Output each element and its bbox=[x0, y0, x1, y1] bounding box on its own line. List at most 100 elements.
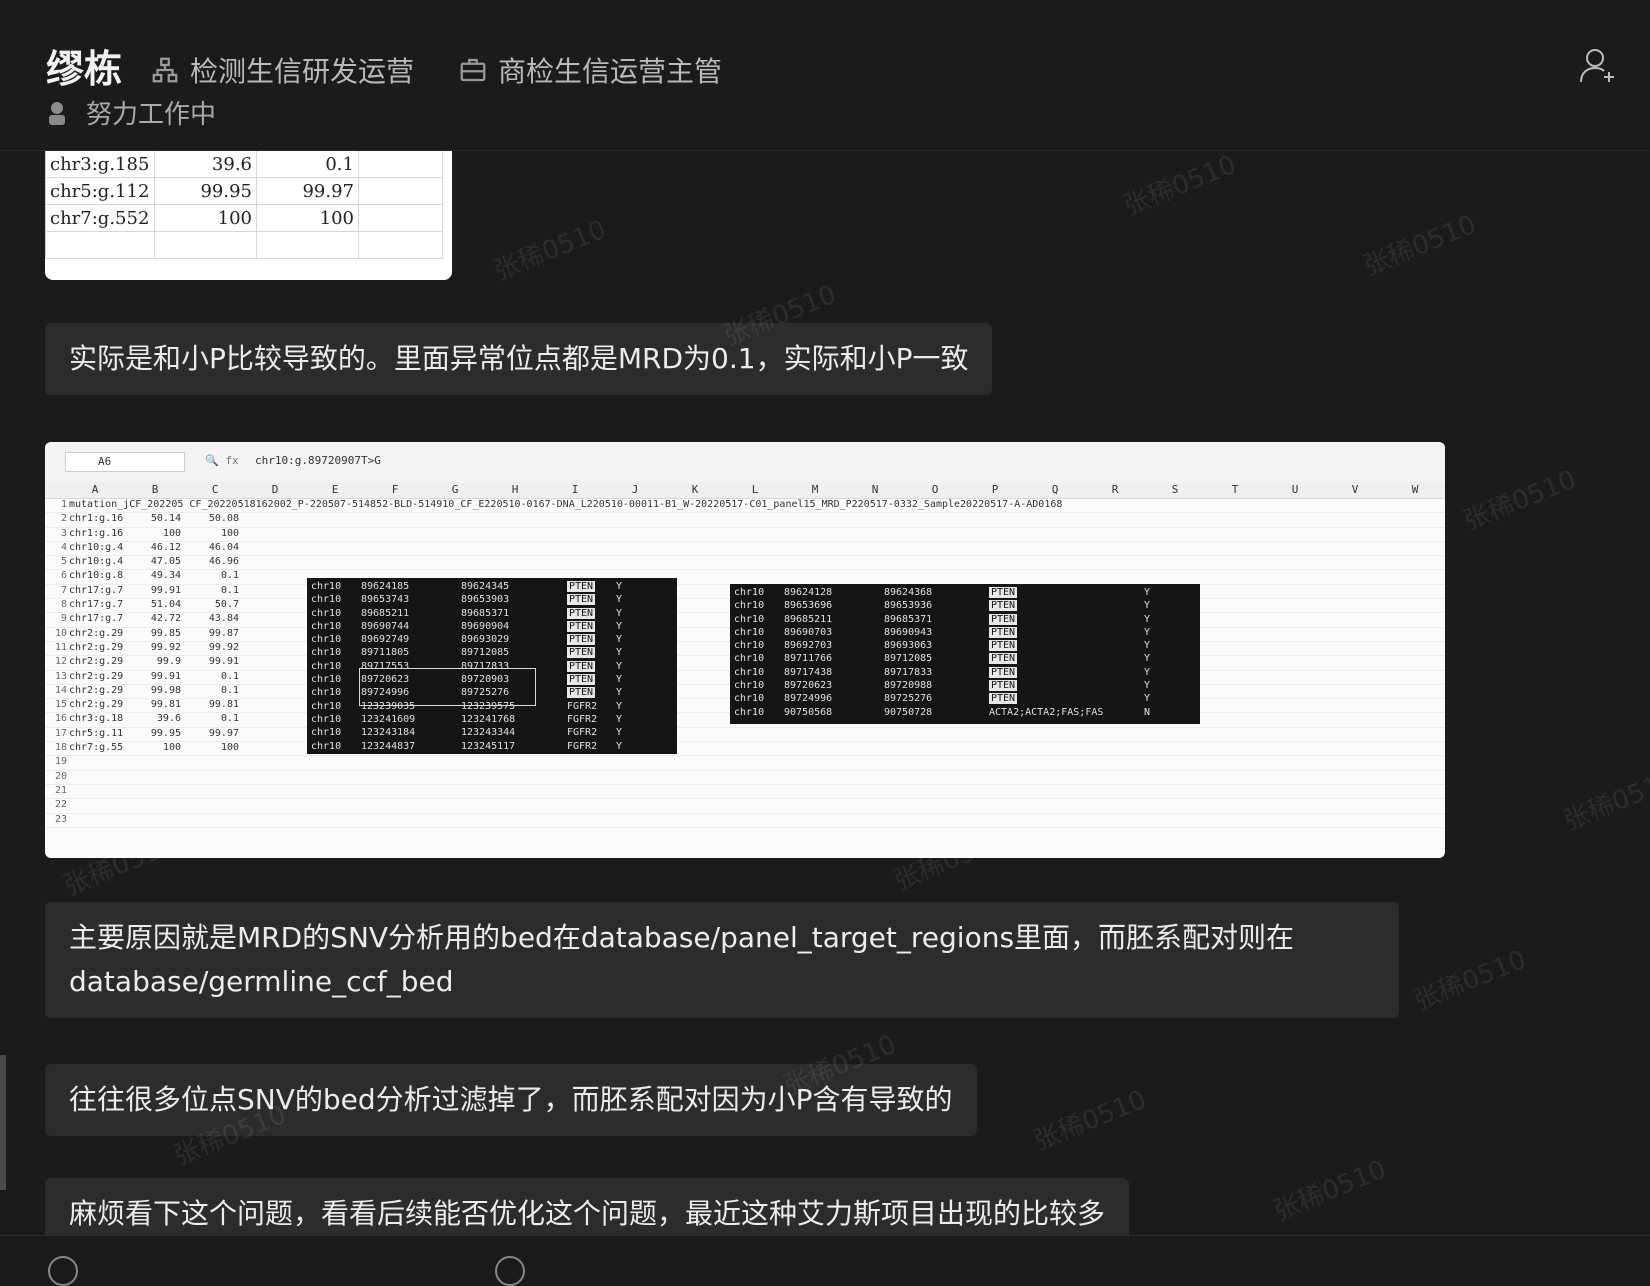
terminal-field: Y bbox=[616, 607, 623, 619]
sheet-cell: chr17:g.7 bbox=[69, 599, 124, 611]
terminal-line: chr10 123243184 123243344 FGFR2 Y bbox=[311, 727, 673, 740]
more-icon[interactable] bbox=[495, 1256, 525, 1286]
row-number: 16 bbox=[54, 713, 67, 725]
terminal-field: Y bbox=[1144, 653, 1151, 665]
sheet-cell: 0.1 bbox=[220, 713, 239, 725]
watermark: 张稀0510 bbox=[1119, 149, 1241, 222]
terminal-field: 89690744 bbox=[361, 620, 410, 632]
terminal-field: Y bbox=[616, 687, 623, 699]
sheet-cell: chr2:g.29 bbox=[69, 641, 124, 653]
terminal-field: PTEN bbox=[989, 587, 1018, 598]
row-number: 12 bbox=[54, 656, 67, 668]
terminal-field: 89690703 bbox=[784, 626, 833, 638]
row-number: 14 bbox=[54, 684, 67, 696]
terminal-field: 89685371 bbox=[461, 607, 510, 619]
terminal-field: 89653903 bbox=[461, 594, 510, 606]
terminal-field: N bbox=[1144, 706, 1151, 718]
terminal-field: chr10 bbox=[311, 674, 342, 686]
sheet-cell: 50.08 bbox=[208, 513, 239, 525]
column-header: G bbox=[451, 483, 459, 496]
sheet-cell: chr17:g.7 bbox=[69, 613, 124, 625]
terminal-field: Y bbox=[1144, 693, 1151, 705]
terminal-field: chr10 bbox=[311, 607, 342, 619]
scrollbar[interactable] bbox=[0, 1055, 6, 1190]
org-chart-icon bbox=[152, 57, 178, 83]
sheet-cell: 99.92 bbox=[150, 641, 181, 653]
terminal-field: Y bbox=[1144, 613, 1151, 625]
sheet-cell: chr10:g.4 bbox=[69, 556, 124, 568]
crop-cell bbox=[358, 177, 443, 205]
add-user-icon[interactable] bbox=[1578, 44, 1620, 86]
terminal-field: 89653936 bbox=[884, 600, 933, 612]
row-number: 17 bbox=[54, 727, 67, 739]
row-number: 18 bbox=[54, 742, 67, 754]
watermark: 张稀0510 bbox=[1459, 464, 1581, 537]
terminal-field: 89685371 bbox=[884, 613, 933, 625]
terminal-field: 89624368 bbox=[884, 587, 933, 598]
spreadsheet-screenshot[interactable]: A6 🔍 fx chr10:g.89720907T>G A B C D E F G H I J K L… bbox=[45, 442, 1445, 858]
terminal-field: 89692749 bbox=[361, 634, 410, 646]
crop-cell bbox=[358, 150, 443, 178]
sheet-cell: chr2:g.29 bbox=[69, 627, 124, 639]
sheet-cell: 0.1 bbox=[220, 670, 239, 682]
row-number: 20 bbox=[54, 770, 67, 782]
terminal-field: PTEN bbox=[567, 594, 596, 606]
terminal-field: Y bbox=[616, 634, 623, 646]
department-label: 检测生信研发运营 bbox=[190, 55, 415, 88]
row-number: 19 bbox=[54, 756, 67, 768]
row-number: 21 bbox=[54, 784, 67, 796]
terminal-field: chr10 bbox=[734, 653, 765, 665]
watermark: 张稀0510 bbox=[1269, 1154, 1391, 1227]
sheet-cell: 100 bbox=[162, 527, 181, 539]
terminal-line: chr10 89711805 89712085 PTEN Y bbox=[311, 647, 673, 660]
sheet-row: 18 chr7:g.55 100 100 bbox=[45, 742, 1445, 757]
terminal-field: chr10 bbox=[734, 626, 765, 638]
terminal-field: 90750568 bbox=[784, 706, 833, 718]
sheet-row: 23 bbox=[45, 814, 1445, 828]
terminal-field: chr10 bbox=[311, 740, 342, 752]
spreadsheet-image-crop[interactable]: chr3:g.185 39.6 0.1 chr5:g.112 99.95 99.97 chr… bbox=[45, 150, 452, 280]
terminal-field: PTEN bbox=[989, 600, 1018, 612]
column-header: U bbox=[1291, 483, 1299, 496]
terminal-field: Y bbox=[616, 727, 623, 739]
column-header: M bbox=[811, 483, 819, 496]
terminal-line: chr10 89692749 89693029 PTEN Y bbox=[311, 634, 673, 647]
column-header: R bbox=[1111, 483, 1119, 496]
crop-cell: 0.1 bbox=[256, 150, 359, 178]
terminal-field: Y bbox=[616, 674, 623, 686]
sheet-row: 4 chr10:g.4 46.12 46.04 bbox=[45, 541, 1445, 557]
sheet-cell: chr1:g.16 bbox=[69, 513, 124, 525]
sheet-cell: 39.6 bbox=[156, 713, 181, 725]
terminal-field: Y bbox=[616, 700, 623, 712]
crop-cell bbox=[358, 204, 443, 232]
sheet-cell: chr1:g.16 bbox=[69, 527, 124, 539]
column-header: N bbox=[871, 483, 879, 496]
crop-cell bbox=[256, 231, 359, 259]
column-header: L bbox=[751, 483, 759, 496]
terminal-field: PTEN bbox=[567, 674, 596, 686]
chat-message[interactable]: 往往很多位点SNV的bed分析过滤掉了，而胚系配对因为小P含有导致的 bbox=[45, 1064, 977, 1136]
terminal-field: Y bbox=[616, 581, 623, 592]
sheet-cell: 99.81 bbox=[208, 699, 239, 711]
status-text: 努力工作中 bbox=[86, 100, 217, 130]
sheet-row: 22 bbox=[45, 799, 1445, 814]
watermark: 张稀0510 bbox=[1029, 1084, 1151, 1157]
terminal-field: Y bbox=[1144, 600, 1151, 612]
row-number: 4 bbox=[60, 541, 67, 553]
sheet-cell: chr2:g.29 bbox=[69, 684, 124, 696]
cell-reference: A6 bbox=[65, 452, 185, 472]
terminal-field: chr10 bbox=[734, 693, 765, 705]
emoji-icon[interactable] bbox=[48, 1256, 78, 1286]
sheet-cell: 99.81 bbox=[150, 699, 181, 711]
terminal-field: FGFR2 bbox=[567, 700, 598, 712]
chat-message[interactable]: 实际是和小P比较导致的。里面异常位点都是MRD为0.1，实际和小P一致 bbox=[45, 323, 993, 395]
contact-name[interactable]: 缪栋 bbox=[46, 38, 122, 93]
row-number: 5 bbox=[60, 556, 67, 568]
fx-icon: 🔍 fx bbox=[205, 454, 239, 467]
terminal-field: 89711805 bbox=[361, 647, 410, 659]
sheet-cell: chr10:g.4 bbox=[69, 541, 124, 553]
crop-cell bbox=[154, 231, 257, 259]
terminal-line: chr10 89690703 89690943 PTEN Y bbox=[734, 626, 1196, 640]
sheet-cell: chr2:g.29 bbox=[69, 670, 124, 682]
chat-message[interactable]: 主要原因就是MRD的SNV分析用的bed在database/panel_targ… bbox=[45, 902, 1399, 1018]
